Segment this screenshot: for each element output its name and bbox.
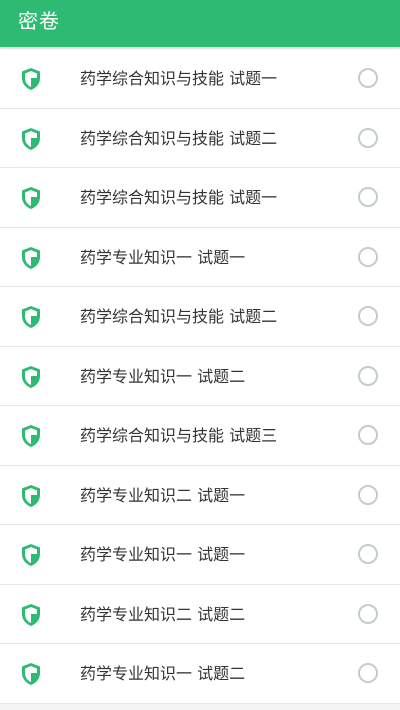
list-item[interactable]: 药学综合知识与技能 试题二 <box>0 287 400 347</box>
list-item[interactable]: 药学专业知识一 试题二 <box>0 644 400 704</box>
shield-check-icon <box>20 305 42 329</box>
shield-check-icon <box>20 484 42 508</box>
shield-check-icon <box>20 186 42 210</box>
select-radio[interactable] <box>358 246 378 267</box>
app-header: 密卷 <box>0 0 400 47</box>
select-radio[interactable] <box>358 425 378 445</box>
list-item[interactable]: 药学专业知识二 试题一 <box>0 465 400 525</box>
list-item-label: 药学专业知识二 试题一 <box>80 485 246 505</box>
exam-list: 药学综合知识与技能 试题一 药学综合知识与技能 试题二 药学综合知识与技能 试题一药… <box>0 49 400 704</box>
list-item[interactable]: 药学专业知识一 试题一 <box>0 525 400 585</box>
list-item[interactable]: 药学综合知识与技能 试题三 <box>0 406 400 466</box>
shield-check-icon <box>20 246 42 270</box>
select-radio[interactable] <box>358 365 378 386</box>
list-item-label: 药学综合知识与技能 试题一 <box>80 69 278 88</box>
list-item-label: 药学综合知识与技能 试题二 <box>80 307 278 326</box>
select-radio[interactable] <box>358 484 378 505</box>
shield-check-icon <box>20 424 42 448</box>
list-item-label: 药学专业知识一 试题一 <box>80 545 246 564</box>
list-item[interactable]: 药学综合知识与技能 试题二 <box>0 108 400 168</box>
list-item-label: 药学专业知识一 试题二 <box>80 366 246 386</box>
list-item[interactable]: 药学专业知识一 试题一 <box>0 227 400 287</box>
list-item[interactable]: 药学专业知识一 试题二 <box>0 346 400 406</box>
shield-check-icon <box>20 543 42 567</box>
shield-check-icon <box>20 67 42 91</box>
select-radio[interactable] <box>358 68 378 88</box>
list-item[interactable]: 药学综合知识与技能 试题一 <box>0 49 400 109</box>
select-radio[interactable] <box>358 187 378 207</box>
select-radio[interactable] <box>358 544 378 564</box>
list-item-label: 药学综合知识与技能 试题二 <box>80 128 278 148</box>
select-radio[interactable] <box>358 306 378 326</box>
select-radio[interactable] <box>358 603 378 624</box>
shield-check-icon <box>20 365 42 389</box>
list-item-label: 药学专业知识一 试题一 <box>80 247 246 267</box>
shield-check-icon <box>20 603 42 627</box>
select-radio[interactable] <box>358 127 378 148</box>
list-item-label: 药学综合知识与技能 试题三 <box>80 426 278 445</box>
list-item-label: 药学综合知识与技能 试题一 <box>80 188 278 207</box>
list-item[interactable]: 药学综合知识与技能 试题一 <box>0 168 400 228</box>
list-item[interactable]: 药学专业知识二 试题二 <box>0 584 400 644</box>
shield-check-icon <box>20 127 42 151</box>
page-title: 密卷 <box>18 9 60 33</box>
list-item-label: 药学专业知识一 试题二 <box>80 664 246 683</box>
select-radio[interactable] <box>358 663 378 683</box>
shield-check-icon <box>20 662 42 686</box>
list-item-label: 药学专业知识二 试题二 <box>80 604 246 624</box>
